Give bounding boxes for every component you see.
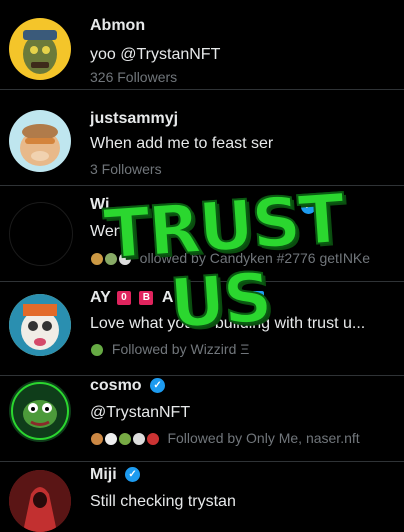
user-row-cosmo[interactable]: cosmo ✓ @TrystanNFT Followed by Only Me,…	[0, 376, 404, 462]
verified-badge-icon: ✓	[150, 378, 166, 394]
avatar-justsammyj[interactable]	[9, 110, 71, 172]
follower-avatar-icon	[145, 432, 160, 447]
followed-by-text: Followed by Only Me, naser.nft	[90, 430, 360, 447]
user-row-abmon[interactable]: Abmon yoo @TrystanNFT 326 Followers	[0, 0, 404, 90]
followers-count: 326 Followers	[90, 69, 178, 85]
display-name[interactable]: AY 0 B A	[90, 289, 173, 307]
name-badge-b: B	[139, 290, 154, 305]
avatar-ay[interactable]	[9, 294, 71, 356]
follower-avatar-icon	[103, 432, 118, 447]
avatar-miji[interactable]	[9, 470, 71, 532]
follower-avatar-icon	[131, 432, 146, 447]
followers-count: 3 Followers	[90, 161, 162, 177]
display-name[interactable]: justsammyj	[90, 110, 178, 128]
follower-avatar-icon	[90, 343, 104, 358]
display-name[interactable]: Abmon	[90, 17, 145, 35]
follower-avatar-icon	[117, 432, 132, 447]
name-badge-0: 0	[116, 290, 131, 305]
followed-by-text: Followed by Wizzird Ξ	[90, 341, 249, 358]
bio-text: When add me to feast ser	[90, 135, 274, 152]
verified-badge-icon: ✓	[125, 467, 141, 483]
avatar-wi[interactable]	[9, 202, 73, 266]
avatar-cosmo[interactable]	[9, 380, 71, 442]
bio-text: @TrystanNFT	[90, 404, 191, 421]
display-name[interactable]: cosmo ✓	[90, 377, 166, 395]
bio-text: Still checking trystan	[90, 493, 236, 510]
display-name[interactable]: Miji ✓	[90, 466, 141, 484]
follower-avatar-icon	[90, 252, 104, 267]
user-row-justsammyj[interactable]: justsammyj When add me to feast ser 3 Fo…	[0, 90, 404, 186]
us-overlay-text: US	[166, 258, 273, 346]
bio-text: yoo @TrystanNFT	[90, 46, 221, 63]
avatar-abmon[interactable]	[9, 18, 71, 80]
follower-avatar-icon	[90, 432, 104, 447]
user-row-miji[interactable]: Miji ✓ Still checking trystan	[0, 462, 404, 532]
